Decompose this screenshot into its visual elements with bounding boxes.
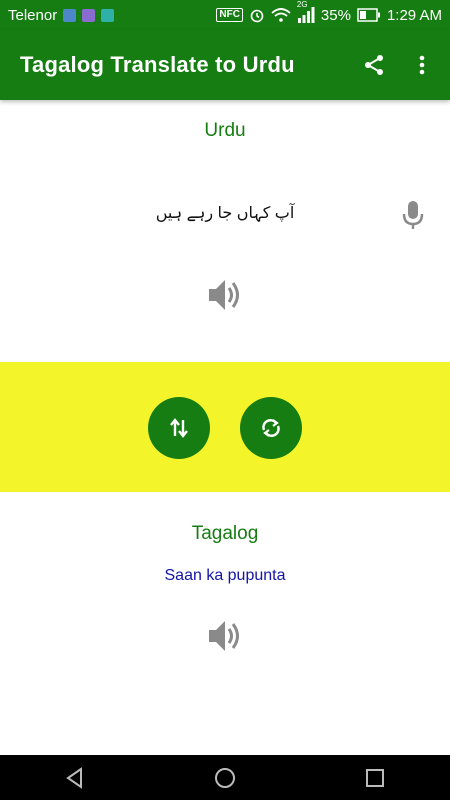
source-speaker-icon[interactable]	[205, 275, 245, 315]
translated-text: Saan ka pupunta	[164, 567, 286, 584]
notification-icon	[63, 8, 77, 22]
app-bar: Tagalog Translate to Urdu	[0, 30, 450, 100]
controls-band	[0, 362, 450, 492]
back-icon	[66, 766, 82, 789]
swap-languages-button[interactable]	[148, 397, 210, 459]
app-title: Tagalog Translate to Urdu	[20, 52, 295, 77]
source-text[interactable]: آپ کہاں جا رہے ہیں	[0, 203, 450, 223]
microphone-icon[interactable]	[399, 199, 427, 231]
home-icon	[215, 767, 235, 788]
target-speaker-icon[interactable]	[205, 616, 245, 656]
status-bar-right: NFC 2G 35% 1:29 AM	[216, 0, 442, 24]
nfc-icon: NFC	[216, 8, 243, 22]
carrier-label: Telenor	[8, 6, 58, 24]
network-type: 2G	[296, 0, 308, 9]
wifi-icon	[271, 8, 291, 22]
battery-icon	[357, 8, 380, 22]
recents-button[interactable]	[355, 758, 395, 798]
signal-icon	[297, 7, 315, 23]
source-language-label[interactable]: Urdu	[0, 120, 450, 142]
share-icon	[365, 55, 383, 75]
back-button[interactable]	[55, 758, 95, 798]
alarm-icon	[250, 9, 264, 23]
signal-indicator: 2G	[297, 0, 315, 23]
recents-icon	[366, 768, 384, 787]
status-bar: Telenor NFC 2G 35% 1:29 AM	[0, 0, 450, 30]
notification-icon	[82, 8, 96, 22]
download-notification-icon	[101, 8, 115, 22]
share-button[interactable]	[350, 41, 398, 89]
refresh-button[interactable]	[240, 397, 302, 459]
clock: 1:29 AM	[386, 6, 442, 24]
battery-percent: 35%	[320, 6, 351, 24]
overflow-menu-icon	[419, 55, 425, 75]
system-navigation-bar	[0, 755, 450, 800]
status-bar-left: Telenor	[8, 6, 115, 24]
refresh-icon	[262, 419, 280, 437]
swap-icon	[170, 418, 188, 438]
home-button[interactable]	[205, 758, 245, 798]
target-language-label[interactable]: Tagalog	[0, 523, 450, 545]
overflow-menu-button[interactable]	[398, 41, 446, 89]
